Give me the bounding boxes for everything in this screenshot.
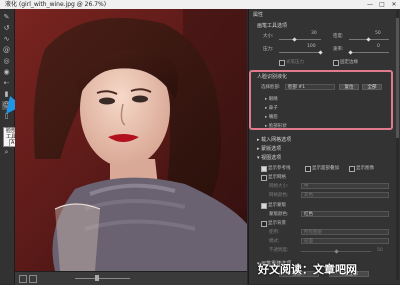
size-value[interactable]: 30	[311, 31, 317, 36]
minimize-button[interactable]: —	[364, 0, 376, 9]
size-slider-knob[interactable]	[292, 37, 297, 42]
tool-panel: ✎ ↺ ∿ @ ◎ ◉ ⇠ ▮ ☺ ▯ ✋ ⌕ 脸部工具A	[0, 9, 20, 284]
mask-options-header[interactable]: ▸ 蒙版选项	[257, 146, 281, 152]
mesh-size-dropdown[interactable]: 中	[301, 183, 389, 189]
show-guides-label: 显示参考线	[268, 166, 291, 171]
mask-options-label: 蒙版选项	[261, 146, 282, 152]
density-label: 密度:	[333, 34, 344, 39]
use-value: 所有图层	[304, 230, 322, 235]
face-aware-highlight-box	[249, 70, 393, 130]
pin-edges-label: 固定边缘	[340, 60, 358, 65]
show-image-checkbox[interactable]	[349, 166, 355, 172]
view-options-label: 视图选项	[261, 155, 282, 161]
show-image-label: 显示图像	[356, 166, 374, 171]
mode-dropdown[interactable]: 前面	[301, 238, 389, 244]
show-face-overlay-label: 显示面部叠加	[312, 166, 339, 171]
show-face-overlay-checkbox[interactable]	[305, 166, 311, 172]
size-label: 大小:	[263, 34, 274, 39]
opacity-slider-knob[interactable]	[334, 249, 339, 254]
mesh-color-value: 灰色	[304, 193, 313, 198]
smooth-tool-icon[interactable]: ∿	[2, 35, 11, 44]
pin-edges-checkbox[interactable]	[333, 60, 339, 66]
size-slider[interactable]	[279, 39, 321, 40]
stylus-pressure-label: 光笔压力	[286, 60, 304, 65]
show-mesh-label: 显示网格	[268, 175, 286, 180]
mesh-size-label: 网格大小:	[269, 184, 289, 189]
opacity-value[interactable]: 50	[377, 248, 383, 253]
rate-slider[interactable]	[349, 52, 389, 53]
density-slider-knob[interactable]	[366, 37, 371, 42]
properties-title: 属性	[253, 12, 264, 18]
show-mask-checkbox[interactable]	[261, 203, 267, 209]
mask-color-label: 蒙版颜色:	[269, 212, 289, 217]
mesh-color-label: 网格颜色:	[269, 193, 289, 198]
rate-label: 速率:	[333, 47, 344, 52]
fit-screen-icon[interactable]	[19, 275, 27, 283]
actual-size-icon[interactable]	[29, 275, 37, 283]
view-options-header[interactable]: ▾ 视图选项	[257, 155, 281, 161]
forward-warp-tool-icon[interactable]: ✎	[2, 13, 11, 22]
mesh-size-value: 中	[304, 184, 309, 189]
show-mask-label: 显示蒙版	[268, 203, 286, 208]
pressure-label: 压力:	[263, 47, 274, 52]
panel-scrollbar[interactable]	[396, 10, 399, 280]
pressure-value[interactable]: 100	[307, 44, 316, 49]
twirl-tool-icon[interactable]: @	[2, 46, 11, 55]
show-guides-checkbox[interactable]	[261, 166, 267, 172]
properties-panel: 属性 画笔工具选项 大小: 30 密度: 50 压力: 100 速率: 0 光笔…	[248, 9, 400, 284]
opacity-label: 不透明度:	[269, 248, 289, 253]
watermark: 好文阅读：文章吧网	[258, 263, 357, 276]
show-backdrop-checkbox[interactable]	[261, 221, 267, 227]
pressure-slider-knob[interactable]	[318, 50, 323, 55]
rate-value[interactable]: 0	[377, 44, 380, 49]
load-mesh-options-header[interactable]: ▸ 载入网格选项	[257, 137, 291, 143]
use-dropdown[interactable]: 所有图层	[301, 229, 389, 235]
zoom-slider[interactable]	[75, 278, 130, 279]
stylus-pressure-checkbox[interactable]	[279, 60, 285, 66]
reconstruct-tool-icon[interactable]: ↺	[2, 24, 11, 33]
load-mesh-label: 载入网格选项	[261, 137, 292, 143]
mask-color-dropdown[interactable]: 红色	[301, 211, 389, 217]
window-title: 液化 (girl_with_wine.jpg @ 26.7%)	[5, 1, 107, 8]
brush-tool-options-header[interactable]: 画笔工具选项	[257, 23, 287, 29]
use-label: 使用:	[269, 230, 280, 235]
show-mesh-checkbox[interactable]	[261, 175, 267, 181]
mode-label: 模式:	[269, 239, 280, 244]
zoom-tool-icon[interactable]: ⌕	[2, 148, 11, 157]
portrait-photo	[15, 9, 247, 271]
title-bar: 液化 (girl_with_wine.jpg @ 26.7%) — □ ✕	[0, 0, 400, 9]
mask-color-value: 红色	[304, 212, 313, 217]
scrollbar-thumb[interactable]	[396, 18, 399, 138]
rate-slider-knob[interactable]	[348, 50, 353, 55]
pressure-slider[interactable]	[279, 52, 321, 53]
zoom-slider-knob[interactable]	[95, 275, 99, 281]
status-bar	[15, 271, 247, 285]
density-value[interactable]: 50	[375, 31, 381, 36]
mesh-color-dropdown[interactable]: 灰色	[301, 192, 389, 198]
mode-value: 前面	[304, 239, 313, 244]
close-button[interactable]: ✕	[388, 0, 400, 9]
image-canvas[interactable]	[15, 9, 247, 271]
show-backdrop-label: 显示背景	[268, 221, 286, 226]
maximize-button[interactable]: □	[376, 0, 388, 9]
